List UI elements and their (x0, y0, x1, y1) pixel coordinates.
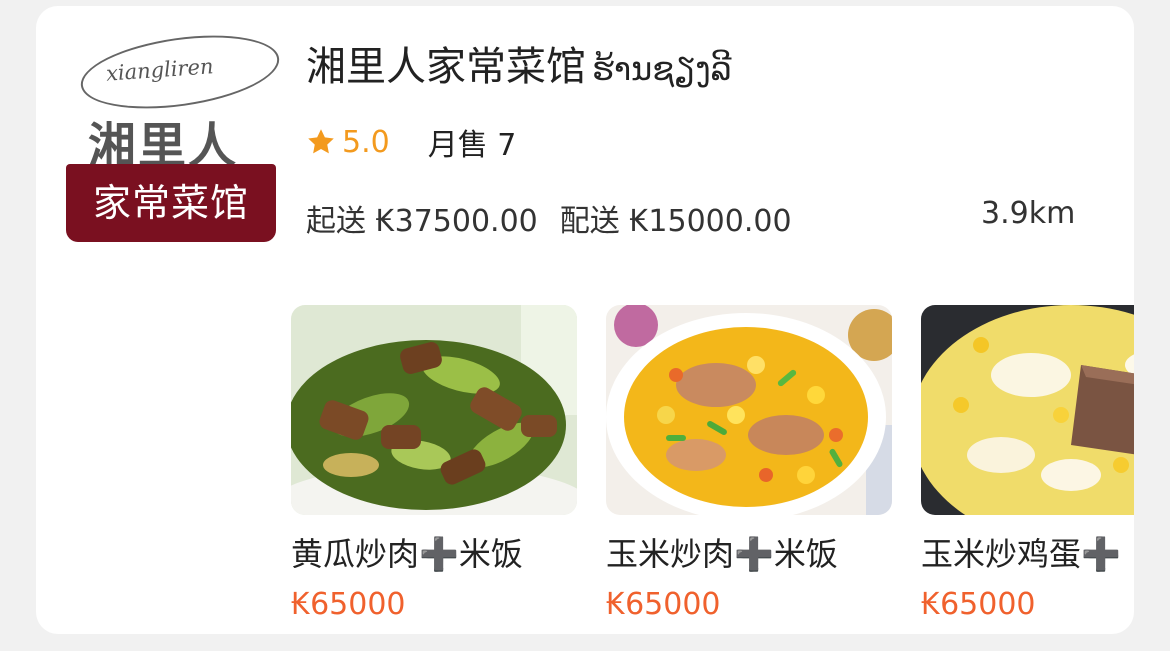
dish-list[interactable]: 黄瓜炒肉➕米饭 ₭65000 玉米炒肉➕米饭 ₭65000 玉米炒鸡蛋➕ ₭65… (291, 305, 1134, 634)
store-card[interactable]: xiangliren 湘里人 家常菜馆 湘里人家常菜馆 ຮ້ານຊຽງລີ 5.0… (36, 6, 1134, 634)
min-order-fee: 起送 ₭37500.00 (306, 204, 538, 239)
logo-banner: 家常菜馆 (66, 164, 276, 242)
dish-image-corn-egg[interactable] (921, 305, 1134, 515)
store-logo[interactable]: xiangliren 湘里人 家常菜馆 (66, 24, 284, 244)
dish-item[interactable]: 黄瓜炒肉➕米饭 ₭65000 (291, 305, 577, 622)
dish-name: 玉米炒肉➕米饭 (606, 535, 838, 573)
store-name-lao: ຮ້ານຊຽງລີ (592, 50, 732, 88)
dish-item[interactable]: 玉米炒肉➕米饭 ₭65000 (606, 305, 892, 622)
distance: 3.9km (981, 196, 1076, 231)
dish-name: 黄瓜炒肉➕米饭 (291, 535, 523, 573)
star-icon (308, 129, 334, 154)
store-title[interactable]: 湘里人家常菜馆 ຮ້ານຊຽງລີ (306, 34, 732, 92)
dish-price: ₭65000 (291, 587, 406, 622)
dish-item[interactable]: 玉米炒鸡蛋➕ ₭65000 (921, 305, 1134, 622)
dish-price: ₭65000 (606, 587, 721, 622)
dish-image-corn-pork[interactable] (606, 305, 892, 515)
rating-value: 5.0 (342, 124, 390, 160)
rating-row: 5.0 月售 7 (306, 122, 517, 163)
fee-row: 起送 ₭37500.00 配送 ₭15000.00 (306, 196, 792, 240)
store-name: 湘里人家常菜馆 (306, 44, 586, 90)
dish-image-cucumber-pork[interactable] (291, 305, 577, 515)
dish-name: 玉米炒鸡蛋➕ (921, 535, 1121, 573)
dish-price: ₭65000 (921, 587, 1036, 622)
delivery-fee: 配送 ₭15000.00 (559, 204, 792, 239)
monthly-sales: 月售 7 (427, 128, 517, 163)
